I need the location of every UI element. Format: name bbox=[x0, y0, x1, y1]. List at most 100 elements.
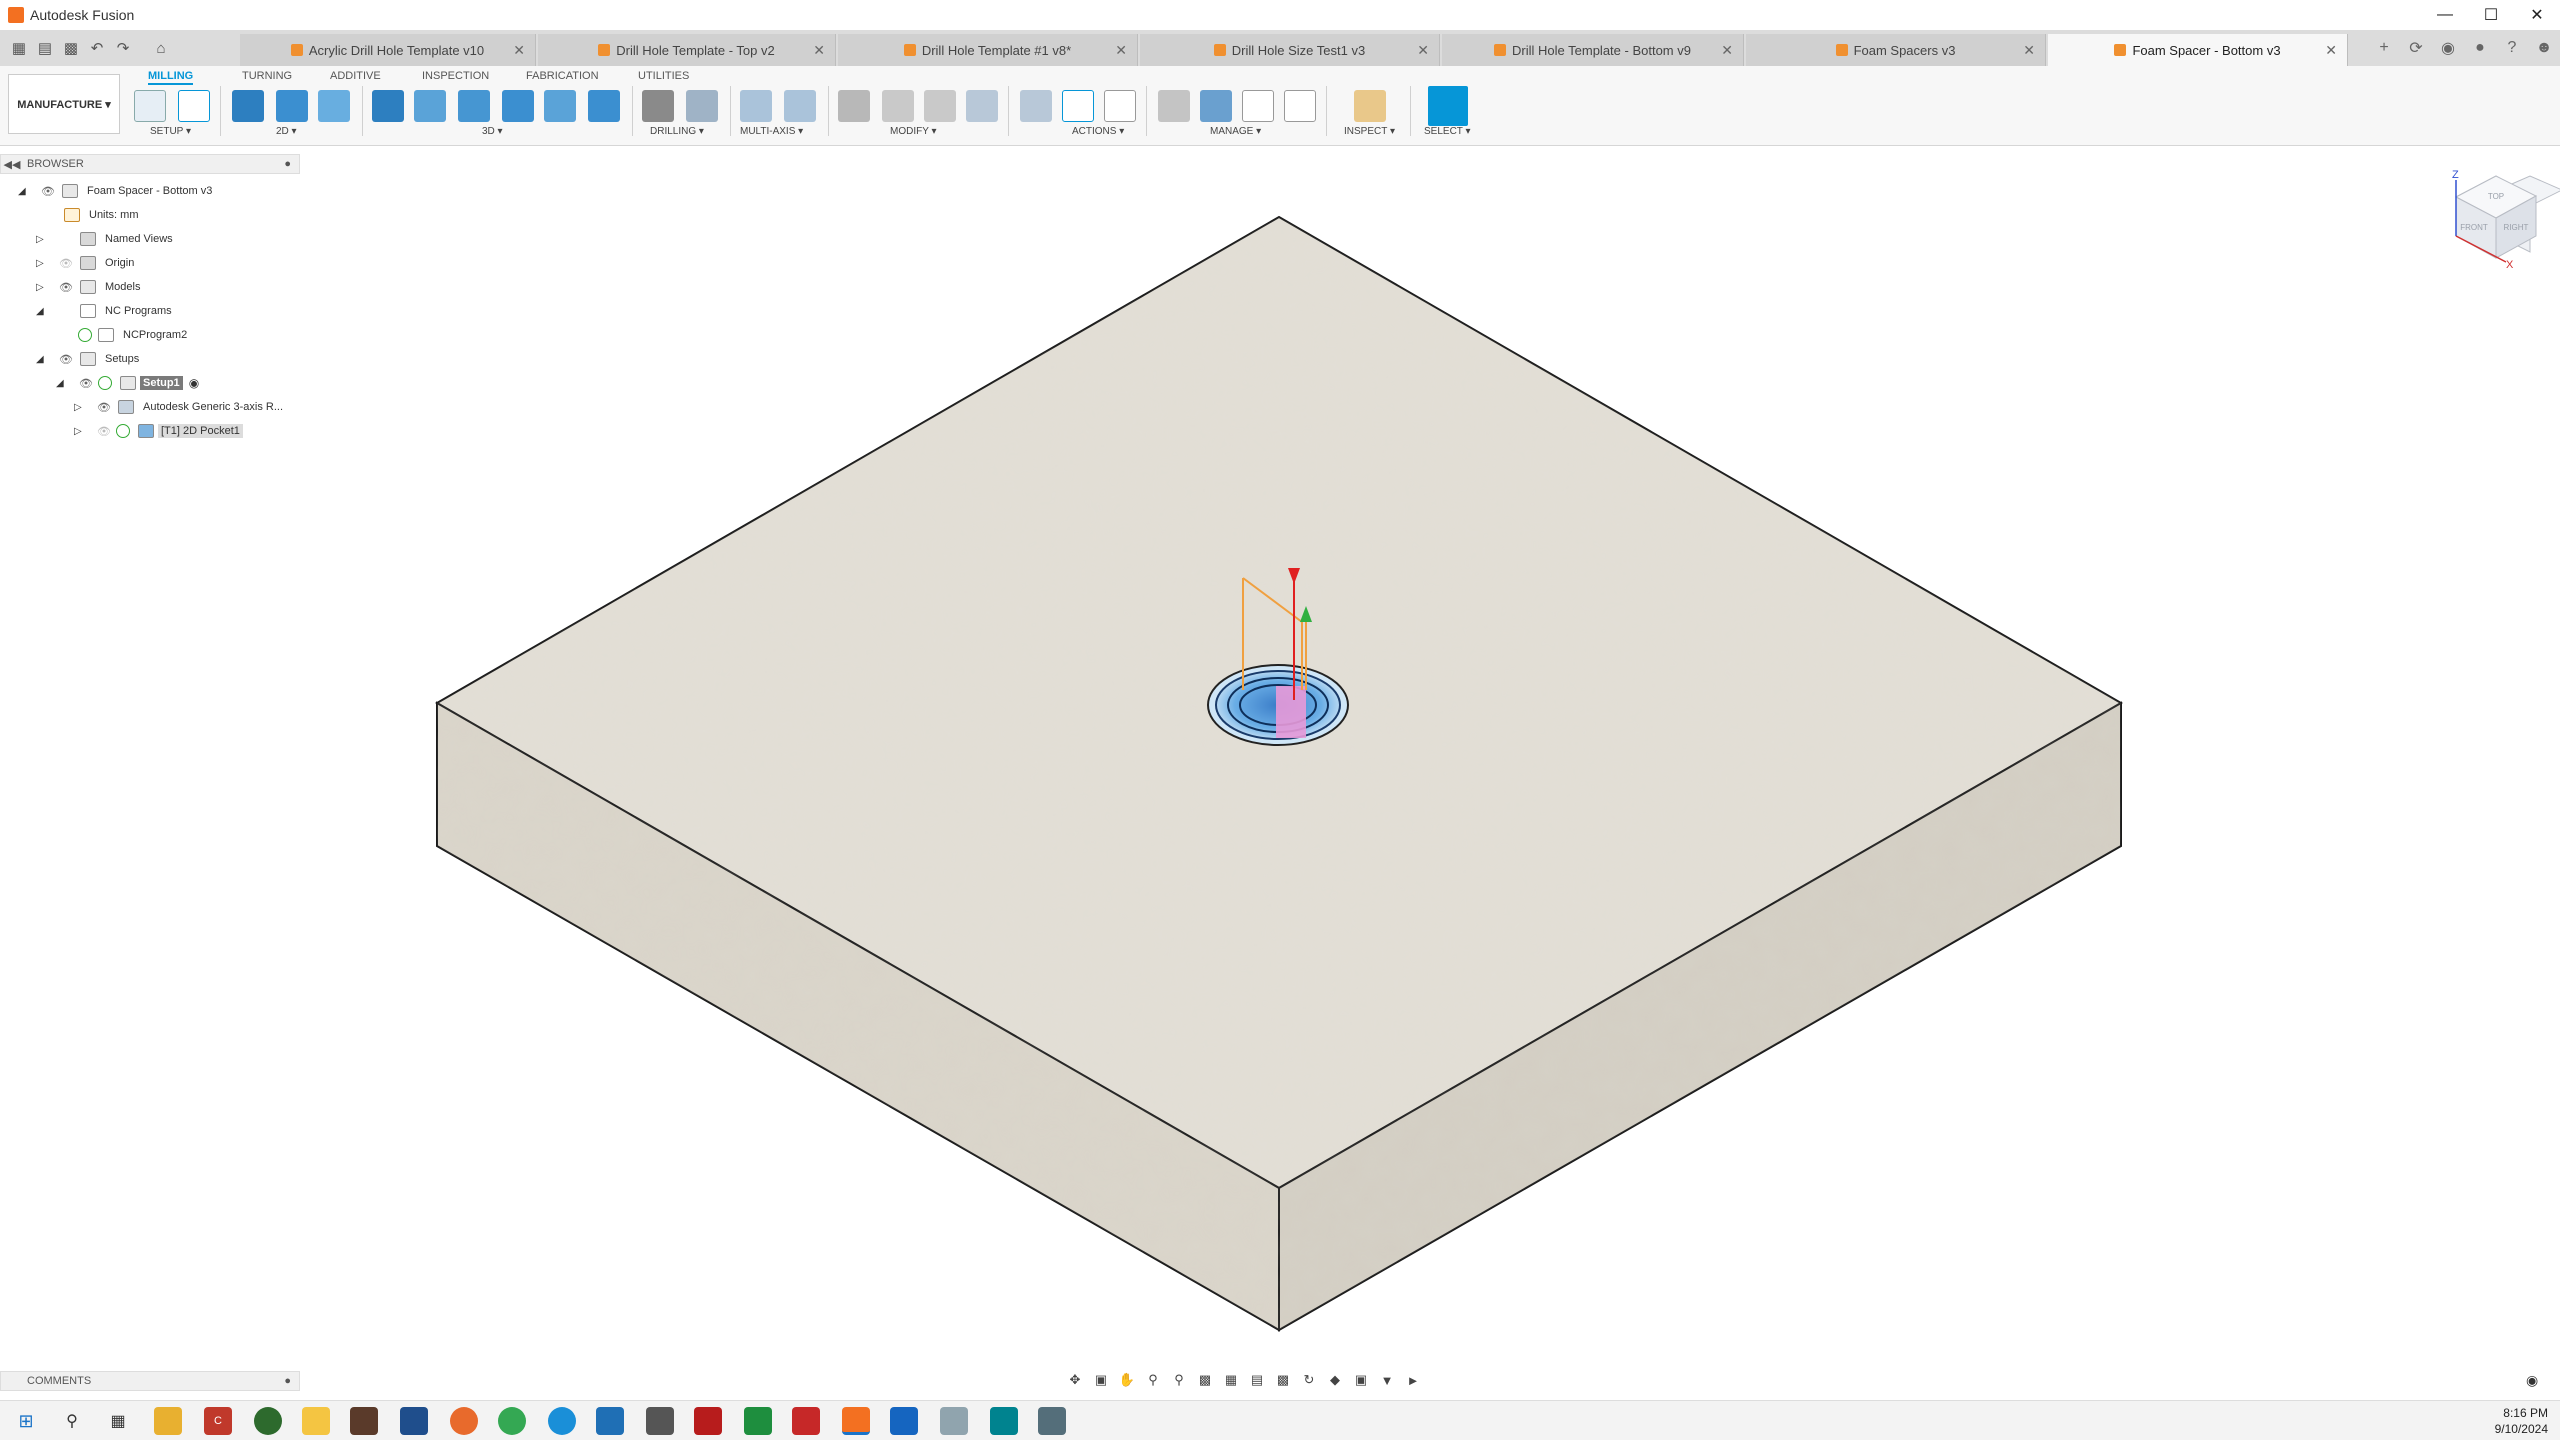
file-explorer-icon[interactable] bbox=[154, 1407, 182, 1435]
tab-inspection[interactable]: INSPECTION bbox=[422, 67, 489, 85]
template-library-icon[interactable] bbox=[1284, 90, 1316, 122]
scallop-icon[interactable] bbox=[502, 90, 534, 122]
search-icon[interactable]: ⚲ bbox=[58, 1407, 86, 1435]
doc-tab-acrylic-drill-hole-template[interactable]: Acrylic Drill Hole Template v10 ✕ bbox=[240, 34, 536, 66]
3d-viewport[interactable]: TOP FRONT RIGHT Z X bbox=[0, 147, 2560, 1367]
new-nc-program-icon[interactable] bbox=[178, 90, 210, 122]
post-process-icon[interactable] bbox=[1062, 90, 1094, 122]
system-clock[interactable]: 8:16 PM 9/10/2024 bbox=[2495, 1405, 2548, 1437]
contour-icon[interactable] bbox=[588, 90, 620, 122]
doc-tab-drill-hole-template-1[interactable]: Drill Hole Template #1 v8* ✕ bbox=[838, 34, 1138, 66]
delete-toolpath-icon[interactable] bbox=[882, 90, 914, 122]
file-menu-icon[interactable]: ▤ bbox=[32, 35, 58, 61]
doc-tab-foam-spacer-bottom[interactable]: Foam Spacer - Bottom v3 ✕ bbox=[2048, 34, 2348, 66]
edge-icon[interactable] bbox=[548, 1407, 576, 1435]
doc-tab-foam-spacers[interactable]: Foam Spacers v3 ✕ bbox=[1746, 34, 2046, 66]
grid-icon[interactable]: ▦ bbox=[1220, 1370, 1242, 1390]
post-library-icon[interactable] bbox=[1242, 90, 1274, 122]
face-icon[interactable] bbox=[318, 90, 350, 122]
windows-start-icon[interactable]: ⊞ bbox=[12, 1407, 40, 1435]
comments-panel-header[interactable]: COMMENTS ● bbox=[0, 1371, 300, 1391]
tool-library-icon[interactable] bbox=[1158, 90, 1190, 122]
minimize-icon[interactable]: — bbox=[2422, 0, 2468, 30]
arduino-icon[interactable] bbox=[990, 1407, 1018, 1435]
maximize-icon[interactable]: ☐ bbox=[2468, 0, 2514, 30]
group-drilling[interactable]: DRILLING ▾ bbox=[650, 126, 704, 137]
edit-toolpath-icon[interactable] bbox=[924, 90, 956, 122]
select-tool-icon[interactable] bbox=[1428, 86, 1468, 126]
job-status-icon[interactable]: ◉ bbox=[2432, 30, 2464, 66]
new-tab-icon[interactable]: + bbox=[2368, 30, 2400, 66]
new-setup-icon[interactable] bbox=[134, 90, 166, 122]
firefox-icon[interactable] bbox=[450, 1407, 478, 1435]
account-avatar-icon[interactable]: ☻ bbox=[2528, 30, 2560, 66]
display-settings-icon[interactable]: ▩ bbox=[1194, 1370, 1216, 1390]
close-tab-icon[interactable]: ✕ bbox=[1721, 42, 1733, 59]
close-icon[interactable]: ✕ bbox=[2514, 0, 2560, 30]
multi-axis-contour-icon[interactable] bbox=[784, 90, 816, 122]
tab-additive[interactable]: ADDITIVE bbox=[330, 67, 381, 85]
close-tab-icon[interactable]: ✕ bbox=[813, 42, 825, 59]
group-setup[interactable]: SETUP ▾ bbox=[150, 126, 191, 137]
app-box-icon[interactable] bbox=[400, 1407, 428, 1435]
doc-tab-drill-hole-size-test[interactable]: Drill Hole Size Test1 v3 ✕ bbox=[1140, 34, 1440, 66]
simulation-display-icon[interactable]: ▩ bbox=[1272, 1370, 1294, 1390]
doc-tab-drill-hole-template-top[interactable]: Drill Hole Template - Top v2 ✕ bbox=[538, 34, 836, 66]
stock-display-icon[interactable]: ◆ bbox=[1324, 1370, 1346, 1390]
zoom-icon[interactable]: ⚲ bbox=[1142, 1370, 1164, 1390]
task-view-icon[interactable]: ▦ bbox=[104, 1407, 132, 1435]
notes-icon[interactable] bbox=[302, 1407, 330, 1435]
swarf-icon[interactable] bbox=[740, 90, 772, 122]
visual-style-icon[interactable]: ▣ bbox=[1350, 1370, 1372, 1390]
group-2d[interactable]: 2D ▾ bbox=[276, 126, 297, 137]
extensions-icon[interactable]: ⟳ bbox=[2400, 30, 2432, 66]
text-commands-icon[interactable]: ◉ bbox=[2526, 1372, 2538, 1389]
2d-pocket-icon[interactable] bbox=[276, 90, 308, 122]
drill-icon[interactable] bbox=[642, 90, 674, 122]
orbit-icon[interactable]: ✥ bbox=[1064, 1370, 1086, 1390]
vscode-icon[interactable] bbox=[596, 1407, 624, 1435]
tab-turning[interactable]: TURNING bbox=[242, 67, 292, 85]
tab-utilities[interactable]: UTILITIES bbox=[638, 67, 689, 85]
undo-icon[interactable]: ↶ bbox=[84, 35, 110, 61]
setup-sheet-icon[interactable] bbox=[1104, 90, 1136, 122]
group-actions[interactable]: ACTIONS ▾ bbox=[1072, 126, 1124, 137]
transform-icon[interactable] bbox=[966, 90, 998, 122]
tab-fabrication[interactable]: FABRICATION bbox=[526, 67, 599, 85]
acrobat-icon[interactable] bbox=[792, 1407, 820, 1435]
app-green-icon[interactable] bbox=[254, 1407, 282, 1435]
tab-milling[interactable]: MILLING bbox=[148, 67, 194, 85]
doc-tab-drill-hole-template-bottom[interactable]: Drill Hole Template - Bottom v9 ✕ bbox=[1442, 34, 1744, 66]
comments-pin-icon[interactable]: ● bbox=[284, 1375, 291, 1387]
close-tab-icon[interactable]: ✕ bbox=[2325, 42, 2337, 59]
save-icon[interactable]: ▩ bbox=[58, 35, 84, 61]
steep-shallow-icon[interactable] bbox=[458, 90, 490, 122]
group-3d[interactable]: 3D ▾ bbox=[482, 126, 503, 137]
group-multi-axis[interactable]: MULTI-AXIS ▾ bbox=[740, 126, 803, 137]
app-c-icon[interactable] bbox=[890, 1407, 918, 1435]
app-tool-icon[interactable] bbox=[350, 1407, 378, 1435]
workspace-switcher[interactable]: MANUFACTURE ▾ bbox=[8, 74, 120, 134]
calculator-icon[interactable] bbox=[1038, 1407, 1066, 1435]
trim-icon[interactable] bbox=[838, 90, 870, 122]
camera-icon[interactable]: ► bbox=[1402, 1370, 1424, 1390]
look-at-icon[interactable]: ▣ bbox=[1090, 1370, 1112, 1390]
group-modify[interactable]: MODIFY ▾ bbox=[890, 126, 937, 137]
viewports-icon[interactable]: ▤ bbox=[1246, 1370, 1268, 1390]
toolpath-display-icon[interactable]: ↻ bbox=[1298, 1370, 1320, 1390]
apps-grid-icon[interactable]: ▦ bbox=[6, 35, 32, 61]
app-cs-icon[interactable]: C bbox=[204, 1407, 232, 1435]
simulate-icon[interactable] bbox=[1020, 90, 1052, 122]
chrome-icon[interactable] bbox=[498, 1407, 526, 1435]
close-tab-icon[interactable]: ✕ bbox=[1417, 42, 1429, 59]
machine-library-icon[interactable] bbox=[1200, 90, 1232, 122]
3d-adaptive-icon[interactable] bbox=[372, 90, 404, 122]
measure-icon[interactable] bbox=[1354, 90, 1386, 122]
pan-icon[interactable]: ✋ bbox=[1116, 1370, 1138, 1390]
fusion-taskbar-icon[interactable] bbox=[842, 1407, 870, 1435]
group-select[interactable]: SELECT ▾ bbox=[1424, 126, 1471, 137]
3d-pocket-icon[interactable] bbox=[414, 90, 446, 122]
close-tab-icon[interactable]: ✕ bbox=[1115, 42, 1127, 59]
notifications-icon[interactable]: ● bbox=[2464, 30, 2496, 66]
close-tab-icon[interactable]: ✕ bbox=[513, 42, 525, 59]
